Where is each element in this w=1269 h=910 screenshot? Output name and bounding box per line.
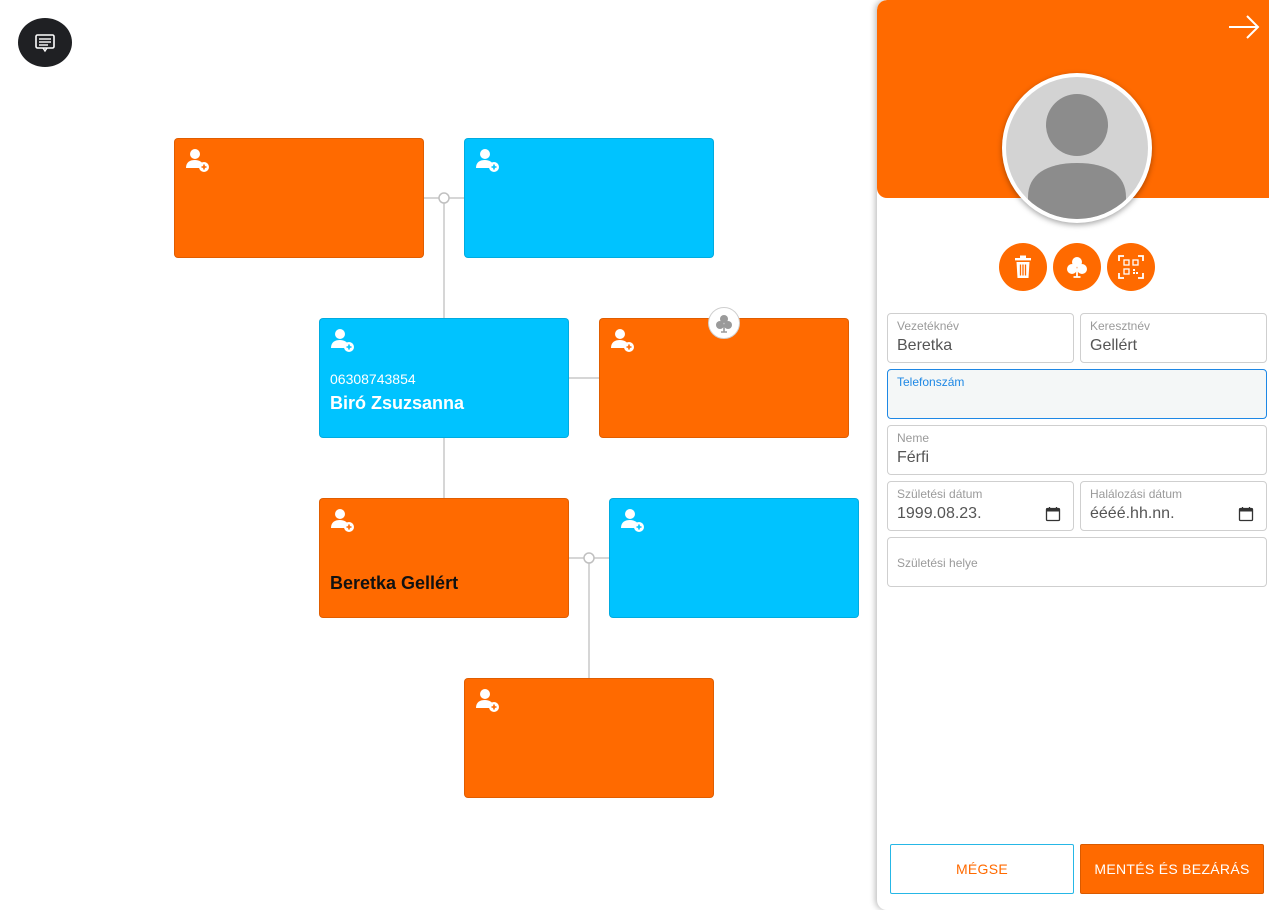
qr-scan-icon [1118, 255, 1144, 279]
save-and-close-button[interactable]: MENTÉS ÉS BEZÁRÁS [1080, 844, 1264, 894]
add-person-icon[interactable] [620, 507, 646, 533]
add-person-icon[interactable] [185, 147, 211, 173]
person-card[interactable] [609, 498, 859, 618]
tree-connectors [424, 192, 609, 678]
person-edit-panel: Vezetéknév Beretka Keresztnév Gellért Te… [877, 0, 1269, 910]
birth-place-field[interactable]: Születési helye [887, 537, 1267, 587]
clover-button[interactable] [1053, 243, 1101, 291]
add-person-icon[interactable] [475, 147, 501, 173]
person-card-selected[interactable]: Beretka Gellért [319, 498, 569, 618]
field-value: éééé.hh.nn. [1090, 505, 1175, 522]
add-person-icon[interactable] [330, 327, 356, 353]
avatar-placeholder-icon [1006, 77, 1148, 219]
card-name: Biró Zsuzsanna [330, 393, 465, 413]
add-person-icon[interactable] [610, 327, 636, 353]
avatar-actions [999, 243, 1155, 291]
person-card[interactable] [464, 678, 714, 798]
death-date-field[interactable]: Halálozási dátum éééé.hh.nn. [1080, 481, 1267, 531]
clover-icon [716, 315, 732, 333]
person-card[interactable]: 06308743854 Biró Zsuzsanna [319, 318, 569, 438]
add-person-icon[interactable] [330, 507, 356, 533]
card-phone: 06308743854 [330, 371, 416, 387]
person-card[interactable] [174, 138, 424, 258]
last-name-field[interactable]: Vezetéknév Beretka [887, 313, 1074, 363]
field-label: Telefonszám [897, 375, 965, 389]
union-node [438, 192, 450, 204]
notes-icon [35, 33, 55, 52]
field-label: Halálozási dátum [1090, 487, 1183, 501]
field-label: Születési dátum [897, 487, 983, 501]
arrow-right-icon[interactable] [1227, 12, 1261, 42]
field-label: Keresztnév [1090, 319, 1151, 333]
calendar-icon[interactable] [1238, 506, 1254, 522]
birth-date-field[interactable]: Születési dátum 1999.08.23. [887, 481, 1074, 531]
trash-icon [1015, 255, 1031, 278]
field-label: Vezetéknév [897, 319, 960, 333]
delete-button[interactable] [999, 243, 1047, 291]
family-tree-app: 06308743854 Biró Zsuzsanna Beretka Gellé… [0, 0, 1269, 910]
clover-button[interactable] [708, 307, 740, 339]
field-value: Férfi [897, 449, 929, 466]
person-card[interactable] [464, 138, 714, 258]
avatar[interactable] [1002, 73, 1152, 223]
card-name: Beretka Gellért [330, 573, 459, 593]
field-label: Születési helye [897, 556, 978, 570]
field-label: Neme [897, 431, 930, 445]
cancel-button[interactable]: MÉGSE [890, 844, 1074, 894]
notes-menu-button[interactable] [18, 18, 72, 67]
phone-field[interactable]: Telefonszám [887, 369, 1267, 419]
gender-field[interactable]: Neme Férfi [887, 425, 1267, 475]
clover-icon [1067, 257, 1087, 278]
qr-scan-button[interactable] [1107, 243, 1155, 291]
first-name-field[interactable]: Keresztnév Gellért [1080, 313, 1267, 363]
calendar-icon[interactable] [1045, 506, 1061, 522]
add-person-icon[interactable] [475, 687, 501, 713]
field-value: Beretka [897, 337, 953, 354]
field-value: 1999.08.23. [897, 505, 982, 522]
field-value: Gellért [1090, 337, 1138, 354]
union-node [583, 552, 595, 564]
